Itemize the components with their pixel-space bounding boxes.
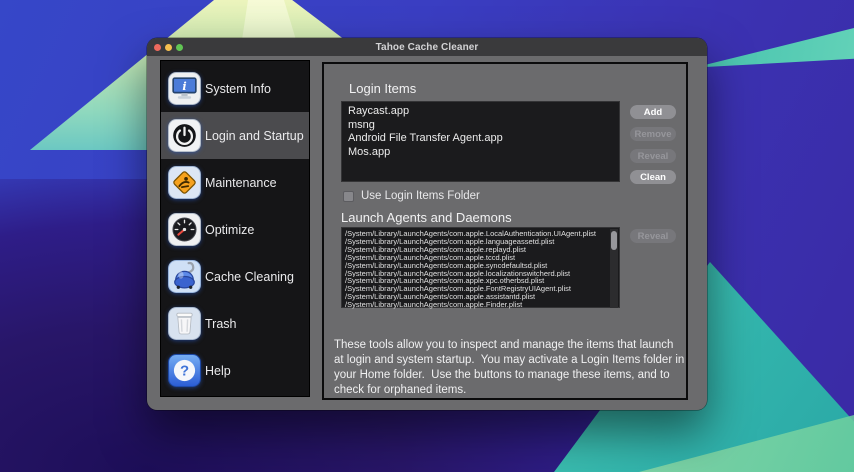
launch-agent-item[interactable]: /System/Library/LaunchAgents/com.apple.l…: [345, 238, 616, 246]
svg-text:?: ?: [179, 363, 188, 380]
use-login-items-folder-row: Use Login Items Folder: [343, 190, 480, 202]
launch-agents-list[interactable]: /System/Library/LaunchAgents/com.apple.L…: [341, 227, 620, 308]
maintenance-icon: [166, 165, 202, 201]
section-description: These tools allow you to inspect and man…: [334, 338, 686, 398]
reveal-launch-agent-button[interactable]: Reveal: [630, 229, 676, 243]
remove-button[interactable]: Remove: [630, 127, 676, 141]
launch-agents-scrollbar[interactable]: [610, 229, 618, 308]
launch-agent-item[interactable]: /System/Library/LaunchAgents/com.apple.F…: [345, 285, 616, 293]
launch-agent-item[interactable]: /System/Library/LaunchAgents/com.apple.F…: [345, 301, 616, 309]
sidebar-item-label: Trash: [205, 317, 237, 331]
login-item[interactable]: msng: [348, 119, 613, 133]
window-title: Tahoe Cache Cleaner: [147, 42, 707, 53]
launch-agent-item[interactable]: /System/Library/LaunchAgents/com.apple.l…: [345, 270, 616, 278]
use-login-items-folder-checkbox[interactable]: [343, 191, 354, 202]
titlebar[interactable]: Tahoe Cache Cleaner: [147, 38, 707, 56]
sidebar-item-label: Maintenance: [205, 176, 277, 190]
system-info-icon: i: [166, 71, 202, 107]
wallpaper-teal-band-top: [694, 28, 854, 92]
login-item[interactable]: Mos.app: [348, 146, 613, 160]
sidebar-item-help[interactable]: ? Help: [161, 347, 309, 394]
login-items-heading: Login Items: [349, 81, 416, 96]
launch-agent-item[interactable]: /System/Library/LaunchAgents/com.apple.a…: [345, 293, 616, 301]
sidebar-item-login-and-startup[interactable]: Login and Startup: [161, 112, 309, 159]
desktop-wallpaper: Tahoe Cache Cleaner i System Info: [0, 0, 854, 472]
login-item[interactable]: Raycast.app: [348, 105, 613, 119]
sidebar-item-label: Optimize: [205, 223, 254, 237]
help-icon: ?: [166, 353, 202, 389]
launch-agent-item[interactable]: /System/Library/LaunchAgents/com.apple.s…: [345, 262, 616, 270]
sidebar: i System Info Login and Startup: [160, 60, 310, 397]
sidebar-item-label: Help: [205, 364, 231, 378]
sidebar-item-label: Login and Startup: [205, 129, 304, 143]
launch-agent-item[interactable]: /System/Library/LaunchAgents/com.apple.r…: [345, 246, 616, 254]
sidebar-item-maintenance[interactable]: Maintenance: [161, 159, 309, 206]
cache-cleaning-icon: [166, 259, 202, 295]
trash-icon: [166, 306, 202, 342]
optimize-icon: [166, 212, 202, 248]
add-button[interactable]: Add: [630, 105, 676, 119]
sidebar-item-label: Cache Cleaning: [205, 270, 294, 284]
clean-button[interactable]: Clean: [630, 170, 676, 184]
launch-agents-heading: Launch Agents and Daemons: [341, 210, 512, 225]
power-icon: [166, 118, 202, 154]
use-login-items-folder-label: Use Login Items Folder: [361, 190, 480, 202]
svg-text:i: i: [182, 79, 186, 93]
app-window: Tahoe Cache Cleaner i System Info: [147, 38, 707, 410]
launch-agent-item[interactable]: /System/Library/LaunchAgents/com.apple.t…: [345, 254, 616, 262]
launch-agent-item[interactable]: /System/Library/LaunchAgents/com.apple.L…: [345, 230, 616, 238]
reveal-login-item-button[interactable]: Reveal: [630, 149, 676, 163]
sidebar-item-system-info[interactable]: i System Info: [161, 65, 309, 112]
sidebar-item-optimize[interactable]: Optimize: [161, 206, 309, 253]
main-panel: Login Items Raycast.app msng Android Fil…: [322, 62, 688, 400]
launch-agent-item[interactable]: /System/Library/LaunchAgents/com.apple.x…: [345, 277, 616, 285]
sidebar-item-cache-cleaning[interactable]: Cache Cleaning: [161, 253, 309, 300]
scrollbar-thumb[interactable]: [611, 231, 617, 250]
sidebar-item-label: System Info: [205, 82, 271, 96]
sidebar-item-trash[interactable]: Trash: [161, 300, 309, 347]
login-item[interactable]: Android File Transfer Agent.app: [348, 132, 613, 146]
login-items-list[interactable]: Raycast.app msng Android File Transfer A…: [341, 101, 620, 182]
